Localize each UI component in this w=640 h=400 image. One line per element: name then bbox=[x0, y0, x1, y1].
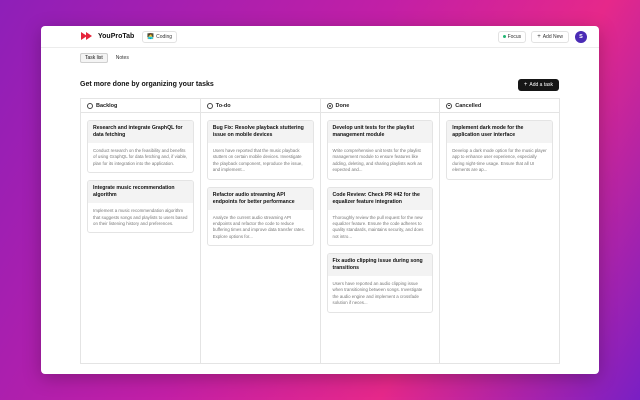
circle-dot-icon bbox=[326, 102, 333, 109]
column-header: Backlog bbox=[81, 99, 200, 113]
circle-minus-icon bbox=[446, 102, 453, 109]
task-card[interactable]: Fix audio clipping issue during song tra… bbox=[326, 253, 434, 313]
workspace-selector[interactable]: 🧑‍💻 Coding bbox=[142, 30, 178, 43]
task-title: Refactor audio streaming API endpoints f… bbox=[207, 187, 313, 210]
add-new-label: Add New bbox=[542, 33, 563, 40]
task-title: Integrate music recommendation algorithm bbox=[88, 181, 193, 204]
top-bar: YouProTab 🧑‍💻 Coding Focus + Add New S bbox=[41, 26, 599, 48]
task-title: Implement dark mode for the application … bbox=[447, 121, 552, 144]
plus-icon: + bbox=[523, 82, 528, 88]
task-description: Conduct research on the feasibility and … bbox=[93, 148, 188, 166]
avatar[interactable]: S bbox=[575, 30, 587, 43]
task-card[interactable]: Code Review: Check PR #42 for the equali… bbox=[326, 186, 434, 247]
column-header: Done bbox=[320, 99, 440, 113]
column-title: Done bbox=[335, 102, 350, 109]
kanban-board: Backlog Research and integrate GraphQL f… bbox=[80, 98, 560, 364]
column-todo: To-do Bug Fix: Resolve playback stutteri… bbox=[200, 99, 321, 363]
task-card[interactable]: Research and integrate GraphQL for data … bbox=[87, 120, 194, 174]
task-title: Fix audio clipping issue during song tra… bbox=[327, 254, 433, 277]
task-title: Develop unit tests for the playlist mana… bbox=[327, 121, 433, 144]
task-title: Research and integrate GraphQL for data … bbox=[88, 121, 193, 144]
task-description: Analyze the current audio streaming API … bbox=[212, 214, 305, 239]
add-new-button[interactable]: + Add New bbox=[531, 30, 569, 43]
task-title: Code Review: Check PR #42 for the equali… bbox=[327, 187, 433, 210]
task-description: Users have reported that the music playb… bbox=[212, 148, 303, 173]
circle-icon bbox=[87, 102, 93, 109]
column-title: To-do bbox=[215, 102, 231, 109]
add-task-button[interactable]: + Add a task bbox=[517, 79, 559, 91]
task-description: Write comprehensive unit tests for the p… bbox=[332, 148, 423, 173]
task-description: Implement a music recommendation algorit… bbox=[93, 208, 188, 226]
task-description: Thoroughly review the pull request for t… bbox=[332, 214, 424, 239]
view-tabs: Task list Notes bbox=[80, 53, 134, 63]
column-title: Cancelled bbox=[455, 102, 482, 109]
task-title: Bug Fix: Resolve playback stuttering iss… bbox=[207, 121, 313, 144]
focus-button[interactable]: Focus bbox=[497, 30, 527, 43]
column-backlog: Backlog Research and integrate GraphQL f… bbox=[81, 99, 201, 363]
tab-task-list[interactable]: Task list bbox=[80, 53, 108, 63]
task-card[interactable]: Develop unit tests for the playlist mana… bbox=[326, 120, 434, 180]
task-description: Users have reported an audio clipping is… bbox=[332, 281, 423, 306]
column-done: Done Develop unit tests for the playlist… bbox=[320, 99, 441, 363]
workspace-label: Coding bbox=[156, 33, 173, 40]
logo-icon bbox=[81, 32, 94, 41]
task-card[interactable]: Integrate music recommendation algorithm… bbox=[87, 180, 194, 234]
task-card[interactable]: Implement dark mode for the application … bbox=[446, 120, 553, 180]
column-cancelled: Cancelled Implement dark mode for the ap… bbox=[440, 99, 559, 363]
add-task-label: Add a task bbox=[529, 82, 553, 88]
focus-label: Focus bbox=[507, 33, 522, 40]
column-title: Backlog bbox=[96, 102, 118, 109]
task-card[interactable]: Bug Fix: Resolve playback stuttering iss… bbox=[206, 120, 314, 180]
focus-dot-icon bbox=[502, 35, 506, 38]
task-card[interactable]: Refactor audio streaming API endpoints f… bbox=[206, 186, 314, 247]
column-header: Cancelled bbox=[440, 99, 559, 113]
app-name: YouProTab bbox=[98, 33, 135, 40]
page-title: Get more done by organizing your tasks bbox=[80, 81, 214, 88]
app-window: YouProTab 🧑‍💻 Coding Focus + Add New S T… bbox=[41, 26, 599, 374]
plus-icon: + bbox=[537, 33, 541, 40]
column-header: To-do bbox=[200, 99, 320, 113]
workspace-emoji-icon: 🧑‍💻 bbox=[147, 33, 155, 40]
tab-notes[interactable]: Notes bbox=[111, 53, 134, 63]
circle-icon bbox=[206, 102, 213, 109]
task-description: Develop a dark mode option for the music… bbox=[452, 148, 547, 173]
